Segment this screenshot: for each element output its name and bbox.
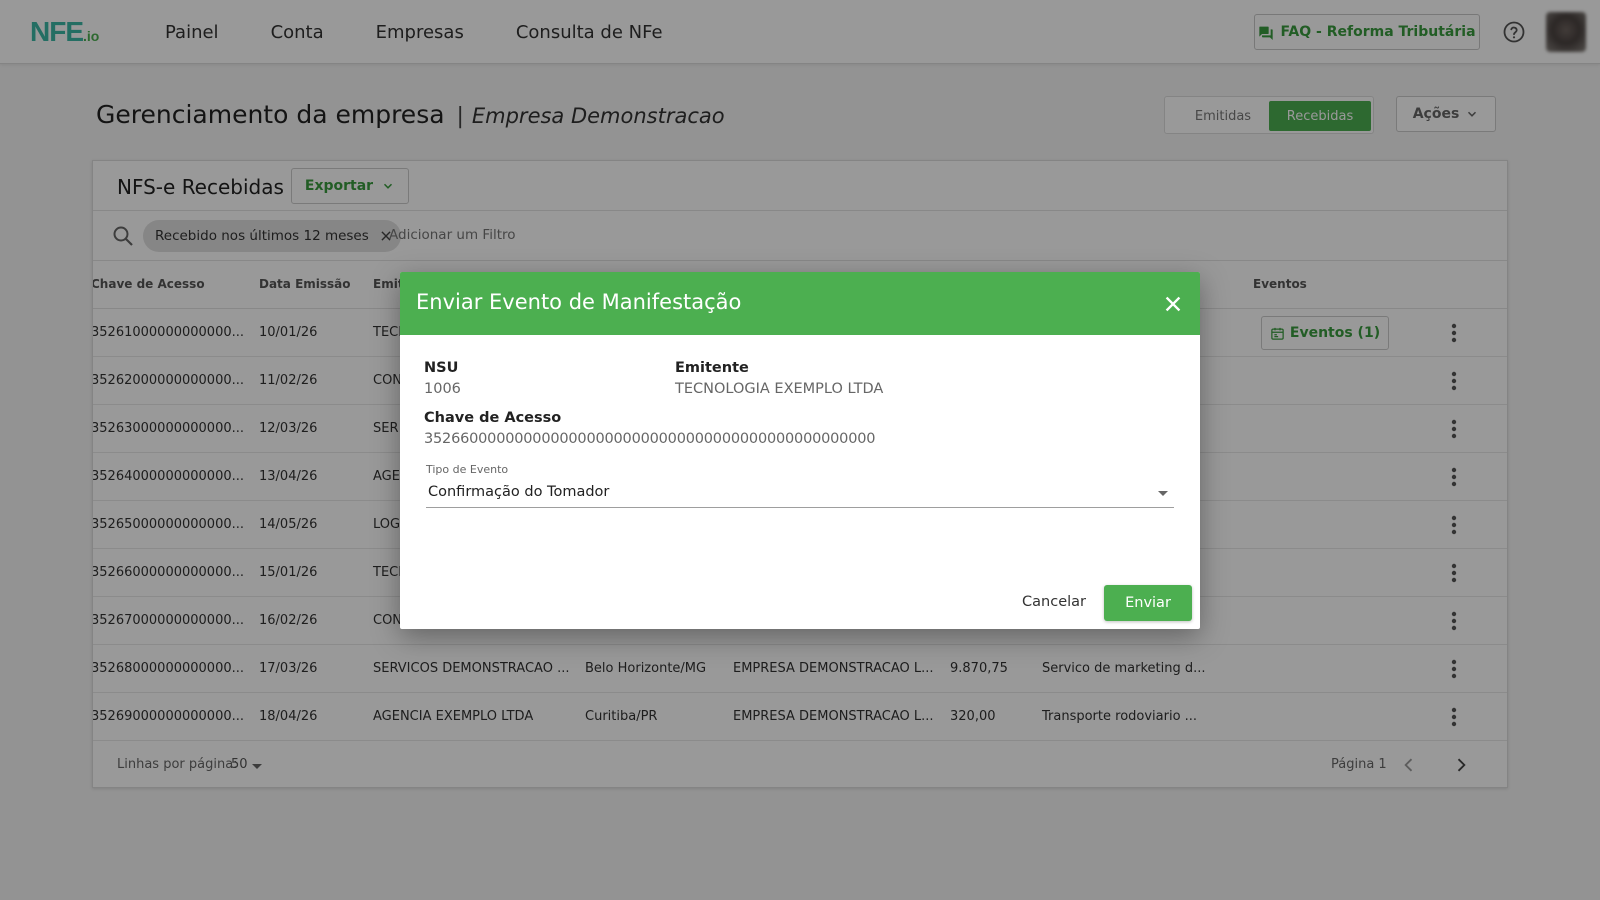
tipo-evento-value: Confirmação do Tomador <box>428 484 610 500</box>
send-button[interactable]: Enviar <box>1104 585 1192 621</box>
close-icon[interactable] <box>1162 293 1184 315</box>
tipo-evento-select[interactable]: Confirmação do Tomador <box>426 480 1174 508</box>
emitente-value: TECNOLOGIA EXEMPLO LTDA <box>675 381 884 397</box>
tipo-evento-label: Tipo de Evento <box>426 463 509 476</box>
dialog-title: Enviar Evento de Manifestação <box>416 290 742 314</box>
dropdown-caret-icon <box>1158 491 1168 496</box>
dialog-header: Enviar Evento de Manifestação <box>400 272 1200 335</box>
manifestacao-dialog: Enviar Evento de Manifestação NSU 1006 E… <box>400 272 1200 629</box>
nsu-label: NSU <box>424 360 459 376</box>
emitente-label: Emitente <box>675 360 749 376</box>
chave-label: Chave de Acesso <box>424 410 562 426</box>
chave-value: 3526600000000000000000000000000000000000… <box>424 431 876 447</box>
cancel-button[interactable]: Cancelar <box>1004 586 1104 618</box>
nsu-value: 1006 <box>424 381 461 397</box>
